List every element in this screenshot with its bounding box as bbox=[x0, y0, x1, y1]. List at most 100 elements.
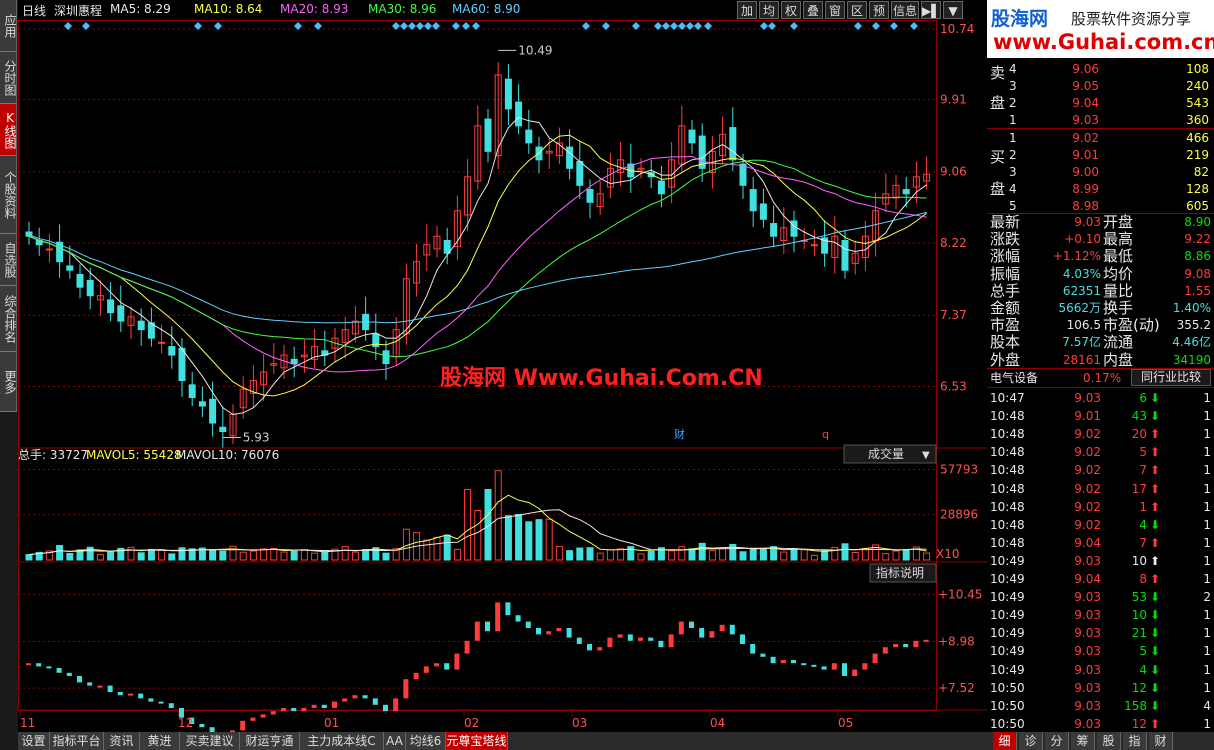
bid-volume: 466 bbox=[1186, 131, 1209, 145]
toolbar-button-8[interactable]: ▶▌ bbox=[921, 1, 941, 19]
indicator-tab-3[interactable]: 黄进 bbox=[140, 732, 180, 750]
ask-row[interactable]: 4 9.06 108 bbox=[987, 60, 1214, 78]
ask-row[interactable]: 3 9.05 240 bbox=[987, 77, 1214, 95]
svg-text:成交量: 成交量 bbox=[868, 446, 904, 461]
panel-tab-3[interactable]: 筹 bbox=[1071, 732, 1095, 750]
candle-body bbox=[759, 203, 767, 220]
bid-row[interactable]: 1 9.02 466 bbox=[987, 129, 1214, 147]
toolbar-button-0[interactable]: 加 bbox=[737, 1, 757, 19]
indicator-tab-4[interactable]: 买卖建议 bbox=[180, 732, 240, 750]
volume-bar bbox=[790, 548, 798, 561]
volume-bar bbox=[290, 550, 298, 561]
panel-tab-2[interactable]: 分 bbox=[1045, 732, 1069, 750]
left-tab-0[interactable]: 应用 bbox=[0, 0, 17, 52]
ask-row[interactable]: 1 9.03 360 bbox=[987, 111, 1214, 129]
tower-bar bbox=[66, 672, 72, 676]
ask-row[interactable]: 2 9.04 543 bbox=[987, 94, 1214, 112]
volume-selector[interactable]: 成交量 ▼ bbox=[843, 444, 937, 464]
q-event-mark[interactable]: q bbox=[822, 428, 829, 441]
tower-bar bbox=[566, 628, 572, 638]
tower-bar bbox=[434, 663, 439, 667]
candle-body bbox=[158, 341, 166, 344]
indicator-help-button[interactable]: 指标说明 bbox=[869, 563, 937, 583]
indicator-tab-8[interactable]: 均线6 bbox=[406, 732, 446, 750]
tower-bar bbox=[393, 698, 399, 712]
tick-count: 1 bbox=[1203, 608, 1211, 623]
tower-bar bbox=[413, 672, 419, 680]
panel-tab-0[interactable]: 细 bbox=[993, 732, 1017, 750]
signal-marker bbox=[416, 22, 424, 30]
volume-bar bbox=[382, 552, 390, 561]
stat-value: 5662万 bbox=[1058, 301, 1101, 315]
left-tab-3[interactable]: 个股资料 bbox=[0, 156, 17, 234]
bid-row[interactable]: 4 8.99 128 bbox=[987, 180, 1214, 198]
tower-bar bbox=[454, 653, 460, 670]
left-tab-4[interactable]: 自选股 bbox=[0, 234, 17, 286]
stat-key: 最新 bbox=[990, 213, 1021, 231]
tick-row: 10:49 9.03 21 ⬇ 1 bbox=[987, 624, 1214, 642]
candle-body bbox=[107, 299, 115, 314]
indicator-tab-0[interactable]: 设置 bbox=[18, 732, 50, 750]
toolbar-button-6[interactable]: 预 bbox=[869, 1, 889, 19]
tower-bar bbox=[668, 634, 674, 648]
tick-count: 1 bbox=[1203, 626, 1211, 641]
svg-text:▼: ▼ bbox=[922, 450, 930, 461]
left-tab-6[interactable]: 更多 bbox=[0, 352, 17, 412]
tower-bar bbox=[383, 704, 388, 712]
indicator-tab-1[interactable]: 指标平台 bbox=[50, 732, 104, 750]
tick-time: 10:49 bbox=[990, 572, 1025, 586]
volume-bar bbox=[525, 521, 533, 561]
ask-label-1: 卖 bbox=[990, 64, 1006, 82]
indicator-tab-7[interactable]: AA bbox=[384, 732, 406, 750]
bid-row[interactable]: 3 9.00 82 bbox=[987, 163, 1214, 181]
toolbar-button-9[interactable]: ▼ bbox=[943, 1, 963, 19]
panel-tab-5[interactable]: 指 bbox=[1123, 732, 1147, 750]
tower-bar bbox=[770, 656, 776, 664]
tower-bar bbox=[576, 637, 582, 644]
indicator-tab-2[interactable]: 资讯 bbox=[104, 732, 140, 750]
toolbar-button-2[interactable]: 权 bbox=[781, 1, 801, 19]
indicator-tab-9[interactable]: 元尊宝塔线 bbox=[446, 732, 508, 750]
signal-marker bbox=[854, 22, 862, 30]
indicator-tab-5[interactable]: 财运亨通 bbox=[240, 732, 300, 750]
toolbar-button-5[interactable]: 区 bbox=[847, 1, 867, 19]
panel-tab-1[interactable]: 诊 bbox=[1019, 732, 1043, 750]
panel-tab-4[interactable]: 股 bbox=[1097, 732, 1121, 750]
left-tab-2[interactable]: K线图 bbox=[0, 104, 17, 156]
candle-body bbox=[770, 223, 778, 237]
toolbar-button-7[interactable]: 信息 bbox=[891, 1, 919, 19]
finance-event-mark[interactable]: 财 bbox=[674, 427, 685, 441]
time-tick-label: 05 bbox=[838, 716, 853, 730]
volume-bar bbox=[882, 553, 890, 561]
industry-compare-button[interactable]: 同行业比较 bbox=[1131, 369, 1211, 386]
indicator-tab-6[interactable]: 主力成本线C bbox=[300, 732, 384, 750]
toolbar-button-3[interactable]: 叠 bbox=[803, 1, 823, 19]
volume-bar bbox=[586, 547, 594, 561]
volume-bar bbox=[668, 550, 676, 561]
tick-count: 1 bbox=[1203, 572, 1211, 586]
up-arrow-icon: ⬆ bbox=[1150, 535, 1161, 550]
tick-price: 9.04 bbox=[1074, 572, 1101, 586]
tower-bar bbox=[97, 685, 103, 688]
candle-body bbox=[739, 163, 747, 186]
left-tab-5[interactable]: 综合排名 bbox=[0, 286, 17, 352]
tick-volume: 4 bbox=[1139, 517, 1147, 532]
stat-key: 流通 bbox=[1103, 333, 1134, 352]
toolbar-button-1[interactable]: 均 bbox=[759, 1, 779, 19]
tower-bar bbox=[872, 653, 878, 664]
toolbar-button-4[interactable]: 窗 bbox=[825, 1, 845, 19]
left-tab-1[interactable]: 分时图 bbox=[0, 52, 17, 104]
tick-price: 9.03 bbox=[1074, 608, 1101, 623]
svg-text:指标说明: 指标说明 bbox=[876, 565, 924, 580]
down-arrow-icon: ⬇ bbox=[1150, 698, 1161, 713]
tower-bar bbox=[158, 701, 164, 704]
ask-label-2: 盘 bbox=[990, 94, 1006, 112]
candle-body bbox=[515, 101, 523, 127]
tower-bar bbox=[587, 644, 592, 651]
tower-bar bbox=[281, 708, 286, 712]
panel-tab-6[interactable]: 财 bbox=[1149, 732, 1173, 750]
tick-row: 10:49 9.04 8 ⬆ 1 bbox=[987, 570, 1214, 588]
site-logo: 股海网 股票软件资源分享 www.Guhai.com.cn bbox=[987, 0, 1214, 58]
quote-stat-row: 股本 7.57亿 流通 4.46亿 bbox=[987, 334, 1214, 351]
bid-row[interactable]: 2 9.01 219 bbox=[987, 146, 1214, 164]
